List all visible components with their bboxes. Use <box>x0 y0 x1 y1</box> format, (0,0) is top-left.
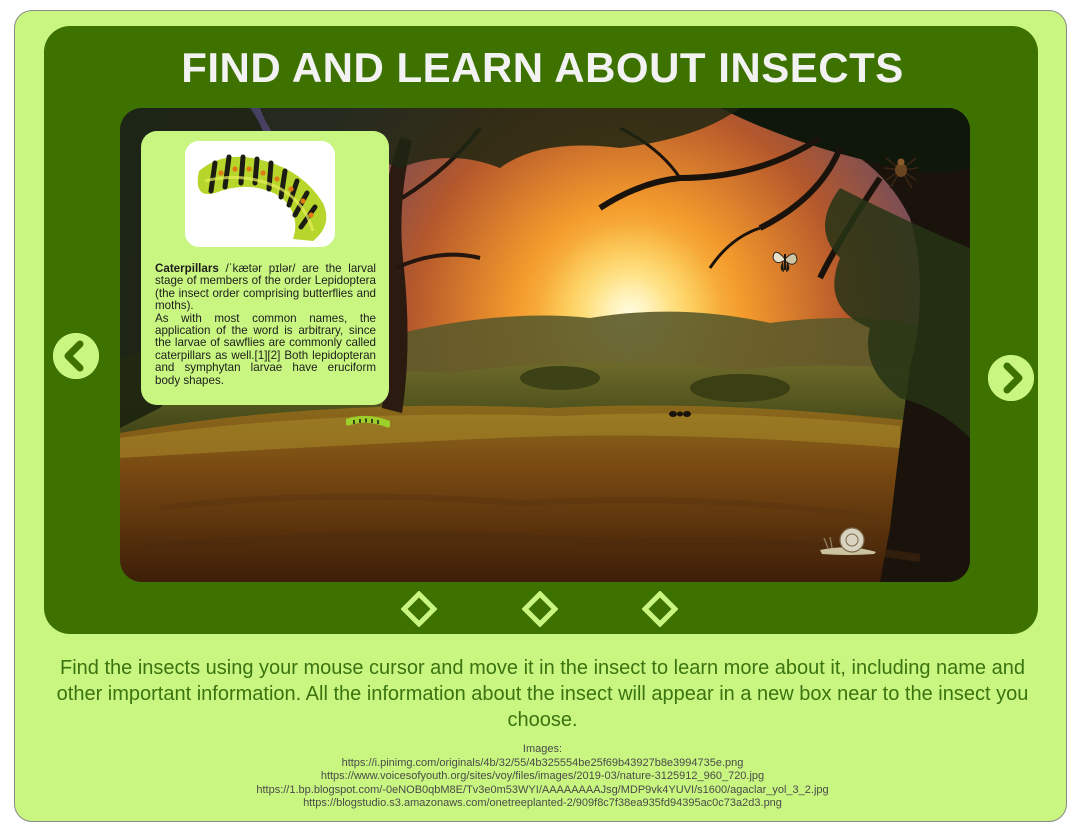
next-slide-button[interactable] <box>988 355 1034 401</box>
diamond-icon <box>642 591 678 627</box>
diamond-icon <box>522 591 558 627</box>
insect-name: Caterpillars <box>155 262 219 275</box>
moth-icon[interactable] <box>770 244 800 274</box>
insect-description: Caterpillars /ˈkætər pɪlər/ are the larv… <box>155 262 376 387</box>
ant-icon[interactable] <box>668 406 692 417</box>
page-title: FIND AND LEARN ABOUT INSECTS <box>181 44 904 91</box>
credit-url: https://i.pinimg.com/originals/4b/32/55/… <box>341 756 744 769</box>
diamond-icon <box>401 591 437 627</box>
slide-dot-3[interactable] <box>642 591 678 627</box>
snail-icon[interactable] <box>818 524 878 556</box>
image-credits: Images: https://i.pinimg.com/originals/4… <box>0 743 1085 811</box>
caterpillar-icon[interactable] <box>344 414 392 430</box>
chevron-left-circle-icon <box>53 333 99 379</box>
caterpillar-photo <box>185 141 335 247</box>
chevron-right-circle-icon <box>988 355 1034 401</box>
credits-label: Images: <box>522 743 563 755</box>
prev-slide-button[interactable] <box>53 333 99 379</box>
credit-url: https://www.voicesofyouth.org/sites/voy/… <box>320 770 765 783</box>
insect-pronunciation: /ˈkætər pɪlər/ <box>225 262 296 275</box>
credit-url: https://1.bp.blogspot.com/-0eNOB0qbM8E/T… <box>256 783 829 796</box>
insect-description-p2: As with most common names, the applicati… <box>155 311 376 387</box>
slide-dot-1[interactable] <box>401 591 437 627</box>
insect-info-card: Caterpillars /ˈkætər pɪlər/ are the larv… <box>141 131 389 405</box>
instructions-text: Find the insects using your mouse cursor… <box>56 657 1029 731</box>
spider-icon[interactable] <box>880 150 922 190</box>
credit-url: https://blogstudio.s3.amazonaws.com/onet… <box>303 797 782 810</box>
slide-dot-2[interactable] <box>522 591 558 627</box>
